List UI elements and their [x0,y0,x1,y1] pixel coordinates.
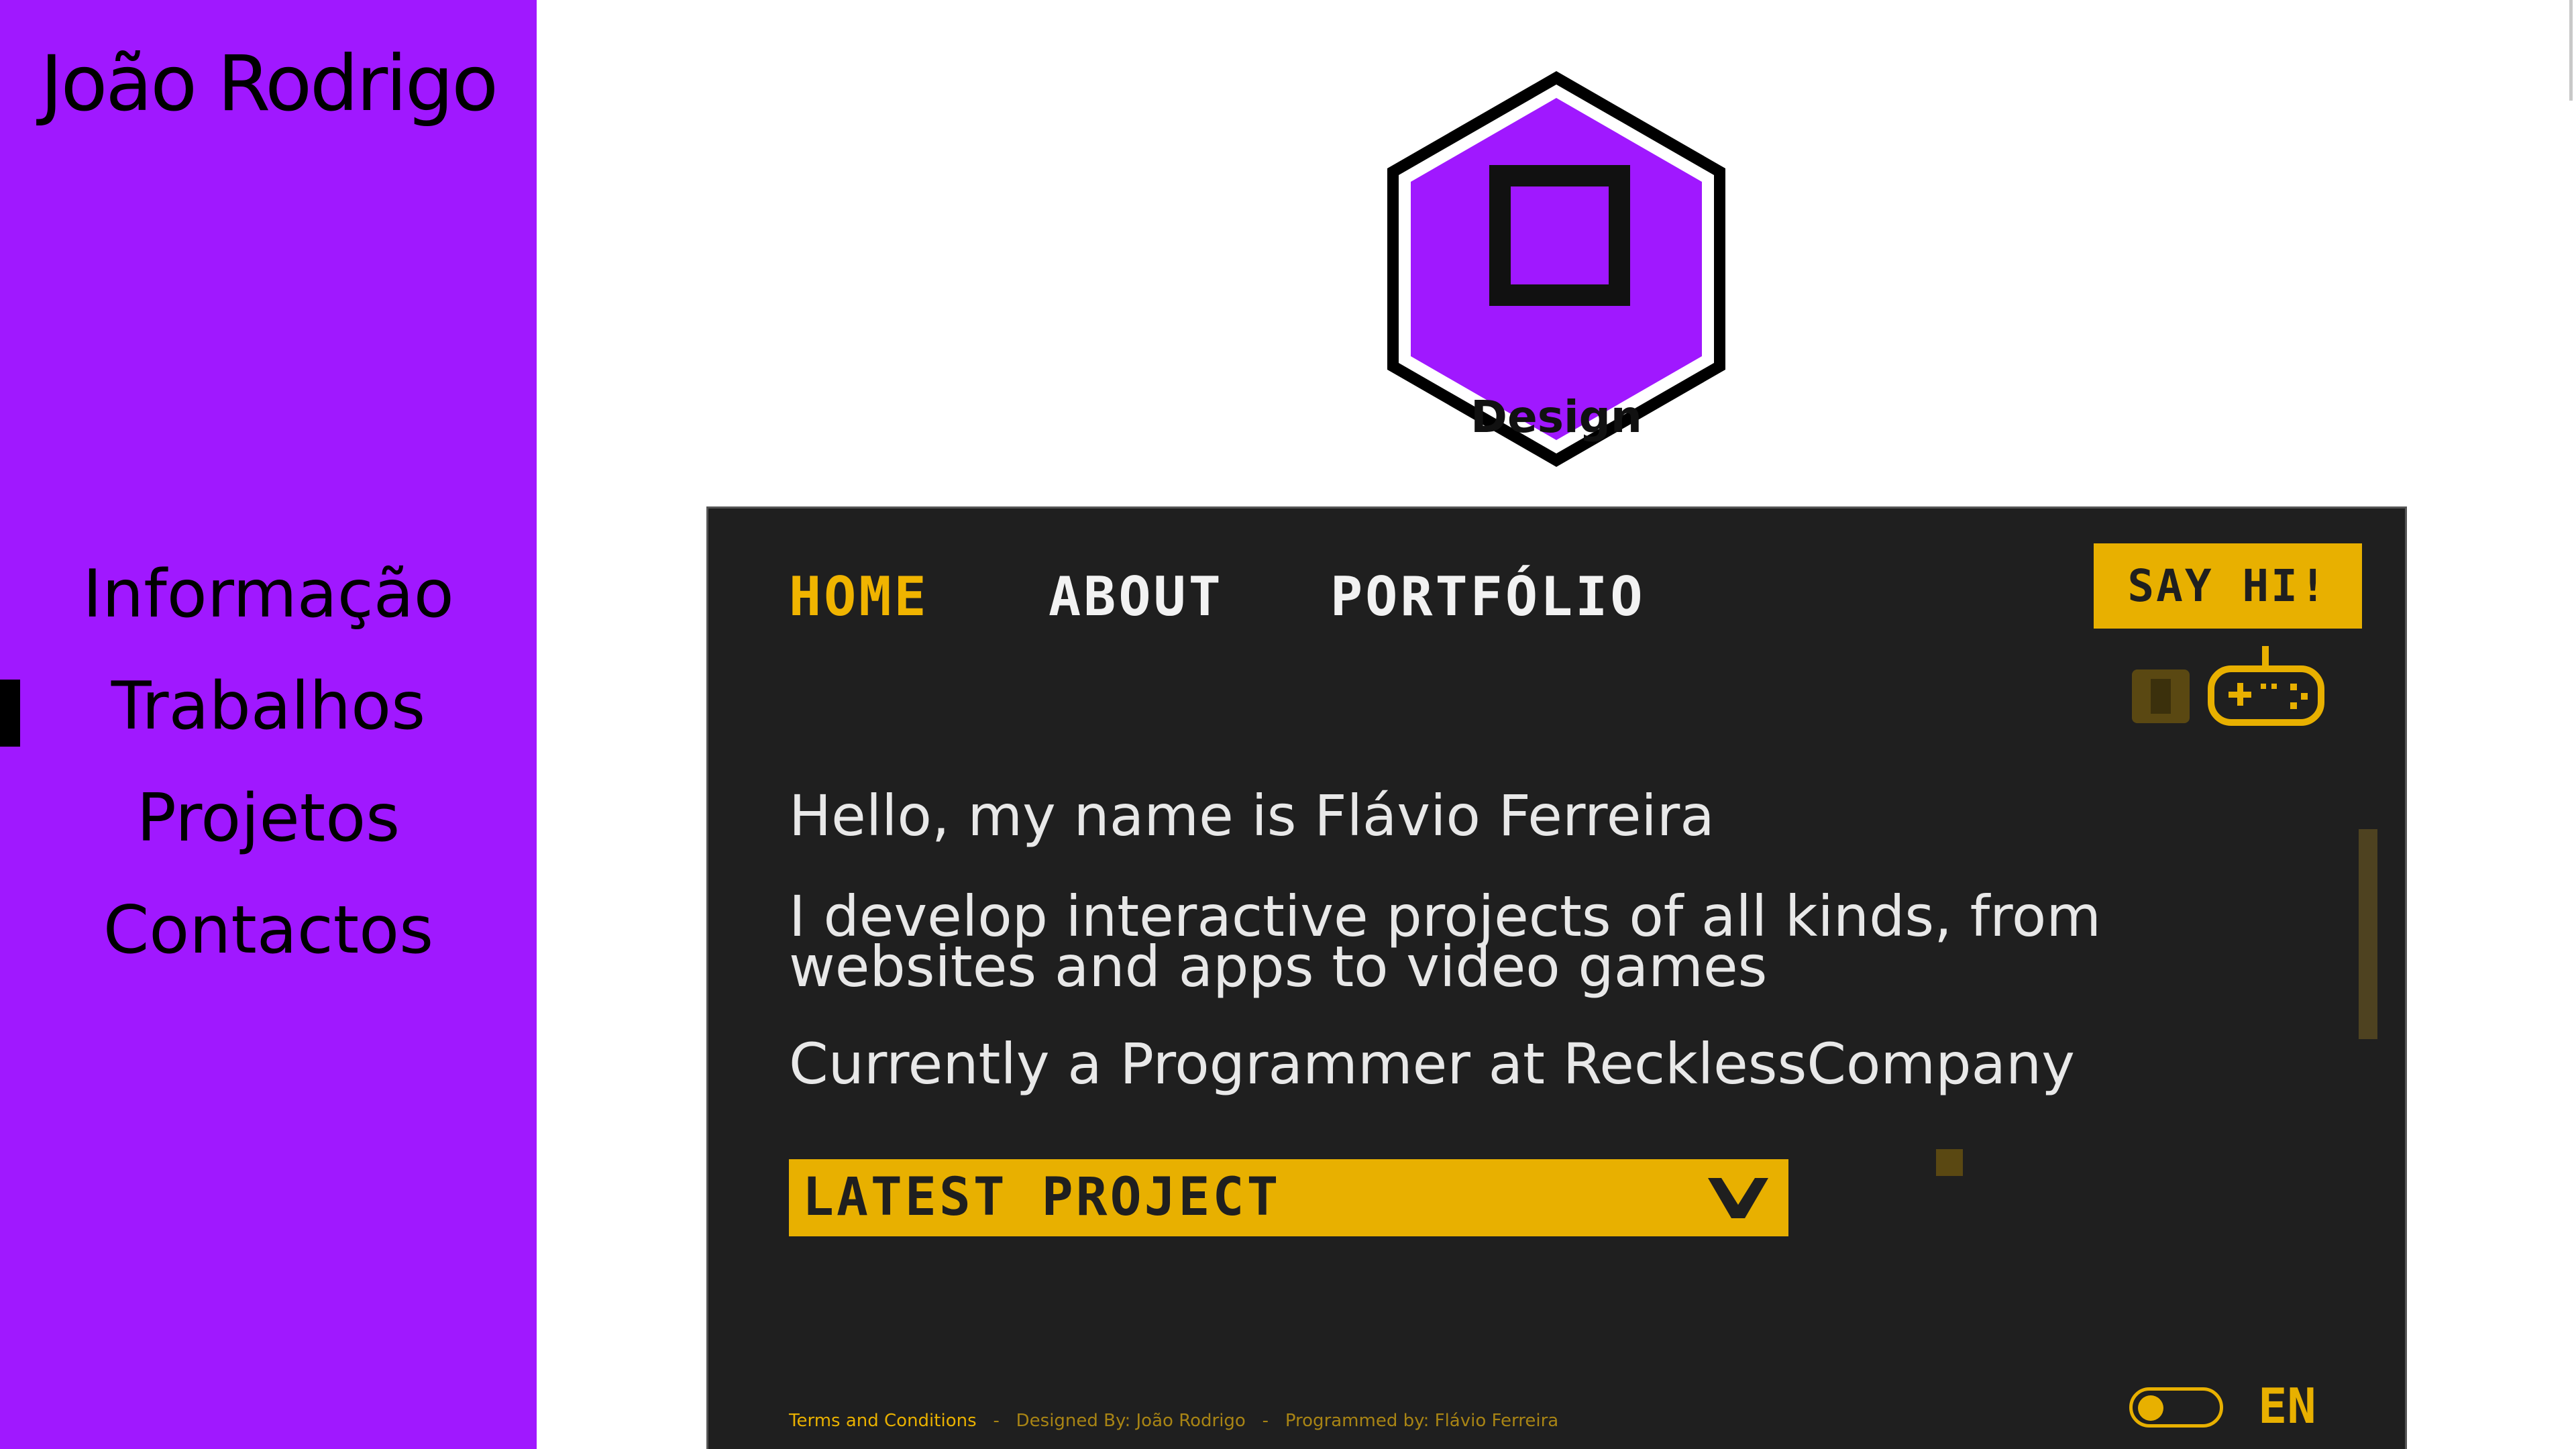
preview-footer: Terms and Conditions - Designed By: João… [789,1411,1558,1431]
intro-text: Hello, my name is Flávio Ferreira [789,783,1715,849]
category-badge: Design [1379,66,1734,472]
description-line-2: websites and apps to video games [789,934,1768,1000]
theme-toggle[interactable] [2129,1387,2223,1428]
gamepad-icon[interactable] [2206,646,2326,733]
designed-by-text: Designed By: João Rodrigo [1016,1411,1246,1431]
latest-project-label: LATEST PROJECT [802,1167,1281,1228]
toggle-knob [2138,1395,2163,1421]
footer-separator: - [1262,1411,1269,1431]
preview-nav-portfolio[interactable]: PORTFÓLIO [1330,564,1645,631]
language-switch[interactable]: EN [2258,1379,2316,1433]
sidebar-item-contactos[interactable]: Contactos [0,890,537,971]
page-scrollbar[interactable] [2569,0,2573,101]
say-hi-button[interactable]: SAY HI! [2094,543,2362,629]
sidebar-item-projetos[interactable]: Projetos [0,778,537,859]
block-icon[interactable] [2132,669,2190,723]
square-outline-icon [1489,165,1630,306]
footer-separator: - [993,1411,1000,1431]
badge-label: Design [1470,391,1642,443]
latest-project-button[interactable]: LATEST PROJECT [789,1159,1788,1236]
sidebar: João Rodrigo Informação Trabalhos Projet… [0,0,537,1449]
programmed-by-text: Programmed by: Flávio Ferreira [1285,1411,1559,1431]
pixel-decoration [1936,1149,1963,1176]
chevron-down-icon [1708,1178,1768,1218]
preview-nav-home[interactable]: HOME [789,564,929,631]
sidebar-item-trabalhos[interactable]: Trabalhos [0,666,537,747]
sidebar-item-informacao[interactable]: Informação [0,554,537,635]
site-title[interactable]: João Rodrigo [0,39,537,128]
preview-nav-about[interactable]: ABOUT [1049,564,1224,631]
preview-scrollbar[interactable] [2359,829,2377,1039]
role-text: Currently a Programmer at RecklessCompan… [789,1031,2075,1097]
website-preview: HOME ABOUT PORTFÓLIO SAY HI! Hello, my n… [706,506,2407,1449]
terms-link[interactable]: Terms and Conditions [789,1411,977,1431]
